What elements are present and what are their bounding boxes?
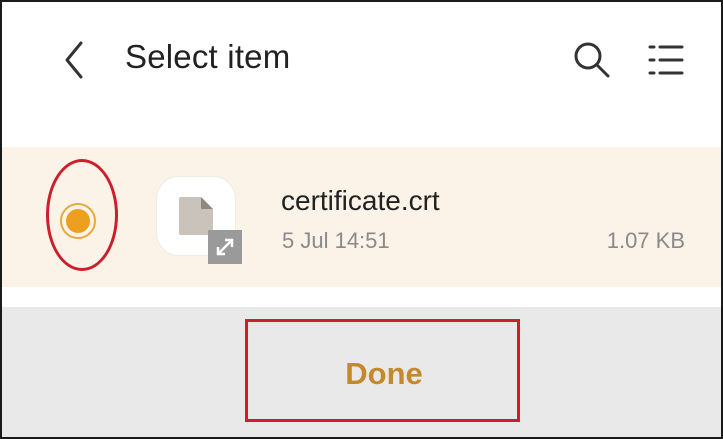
list-view-button[interactable]: [642, 36, 690, 84]
list-view-icon: [648, 45, 684, 75]
back-button[interactable]: [52, 36, 96, 84]
expand-icon: [216, 238, 234, 256]
radio-dot: [66, 209, 90, 233]
file-date: 5 Jul 14:51: [282, 228, 390, 253]
app-header: Select item: [2, 2, 721, 120]
chevron-left-icon: [65, 41, 83, 79]
file-thumbnail: [157, 177, 242, 264]
app-frame: Select item certificate.crt 5 Jul 14:51 …: [0, 0, 723, 439]
expand-badge: [208, 230, 242, 264]
done-button-label: Done: [345, 356, 423, 391]
file-name: certificate.crt: [281, 185, 440, 216]
page-title: Select item: [125, 38, 291, 75]
radio-selected[interactable]: [60, 203, 96, 239]
file-size: 1.07 KB: [606, 228, 685, 253]
search-button[interactable]: [568, 36, 616, 84]
search-icon: [574, 42, 610, 78]
bottom-action-bar: Done: [2, 307, 721, 437]
done-button[interactable]: Done: [252, 329, 516, 419]
file-list-item[interactable]: certificate.crt 5 Jul 14:51 1.07 KB: [2, 147, 721, 287]
